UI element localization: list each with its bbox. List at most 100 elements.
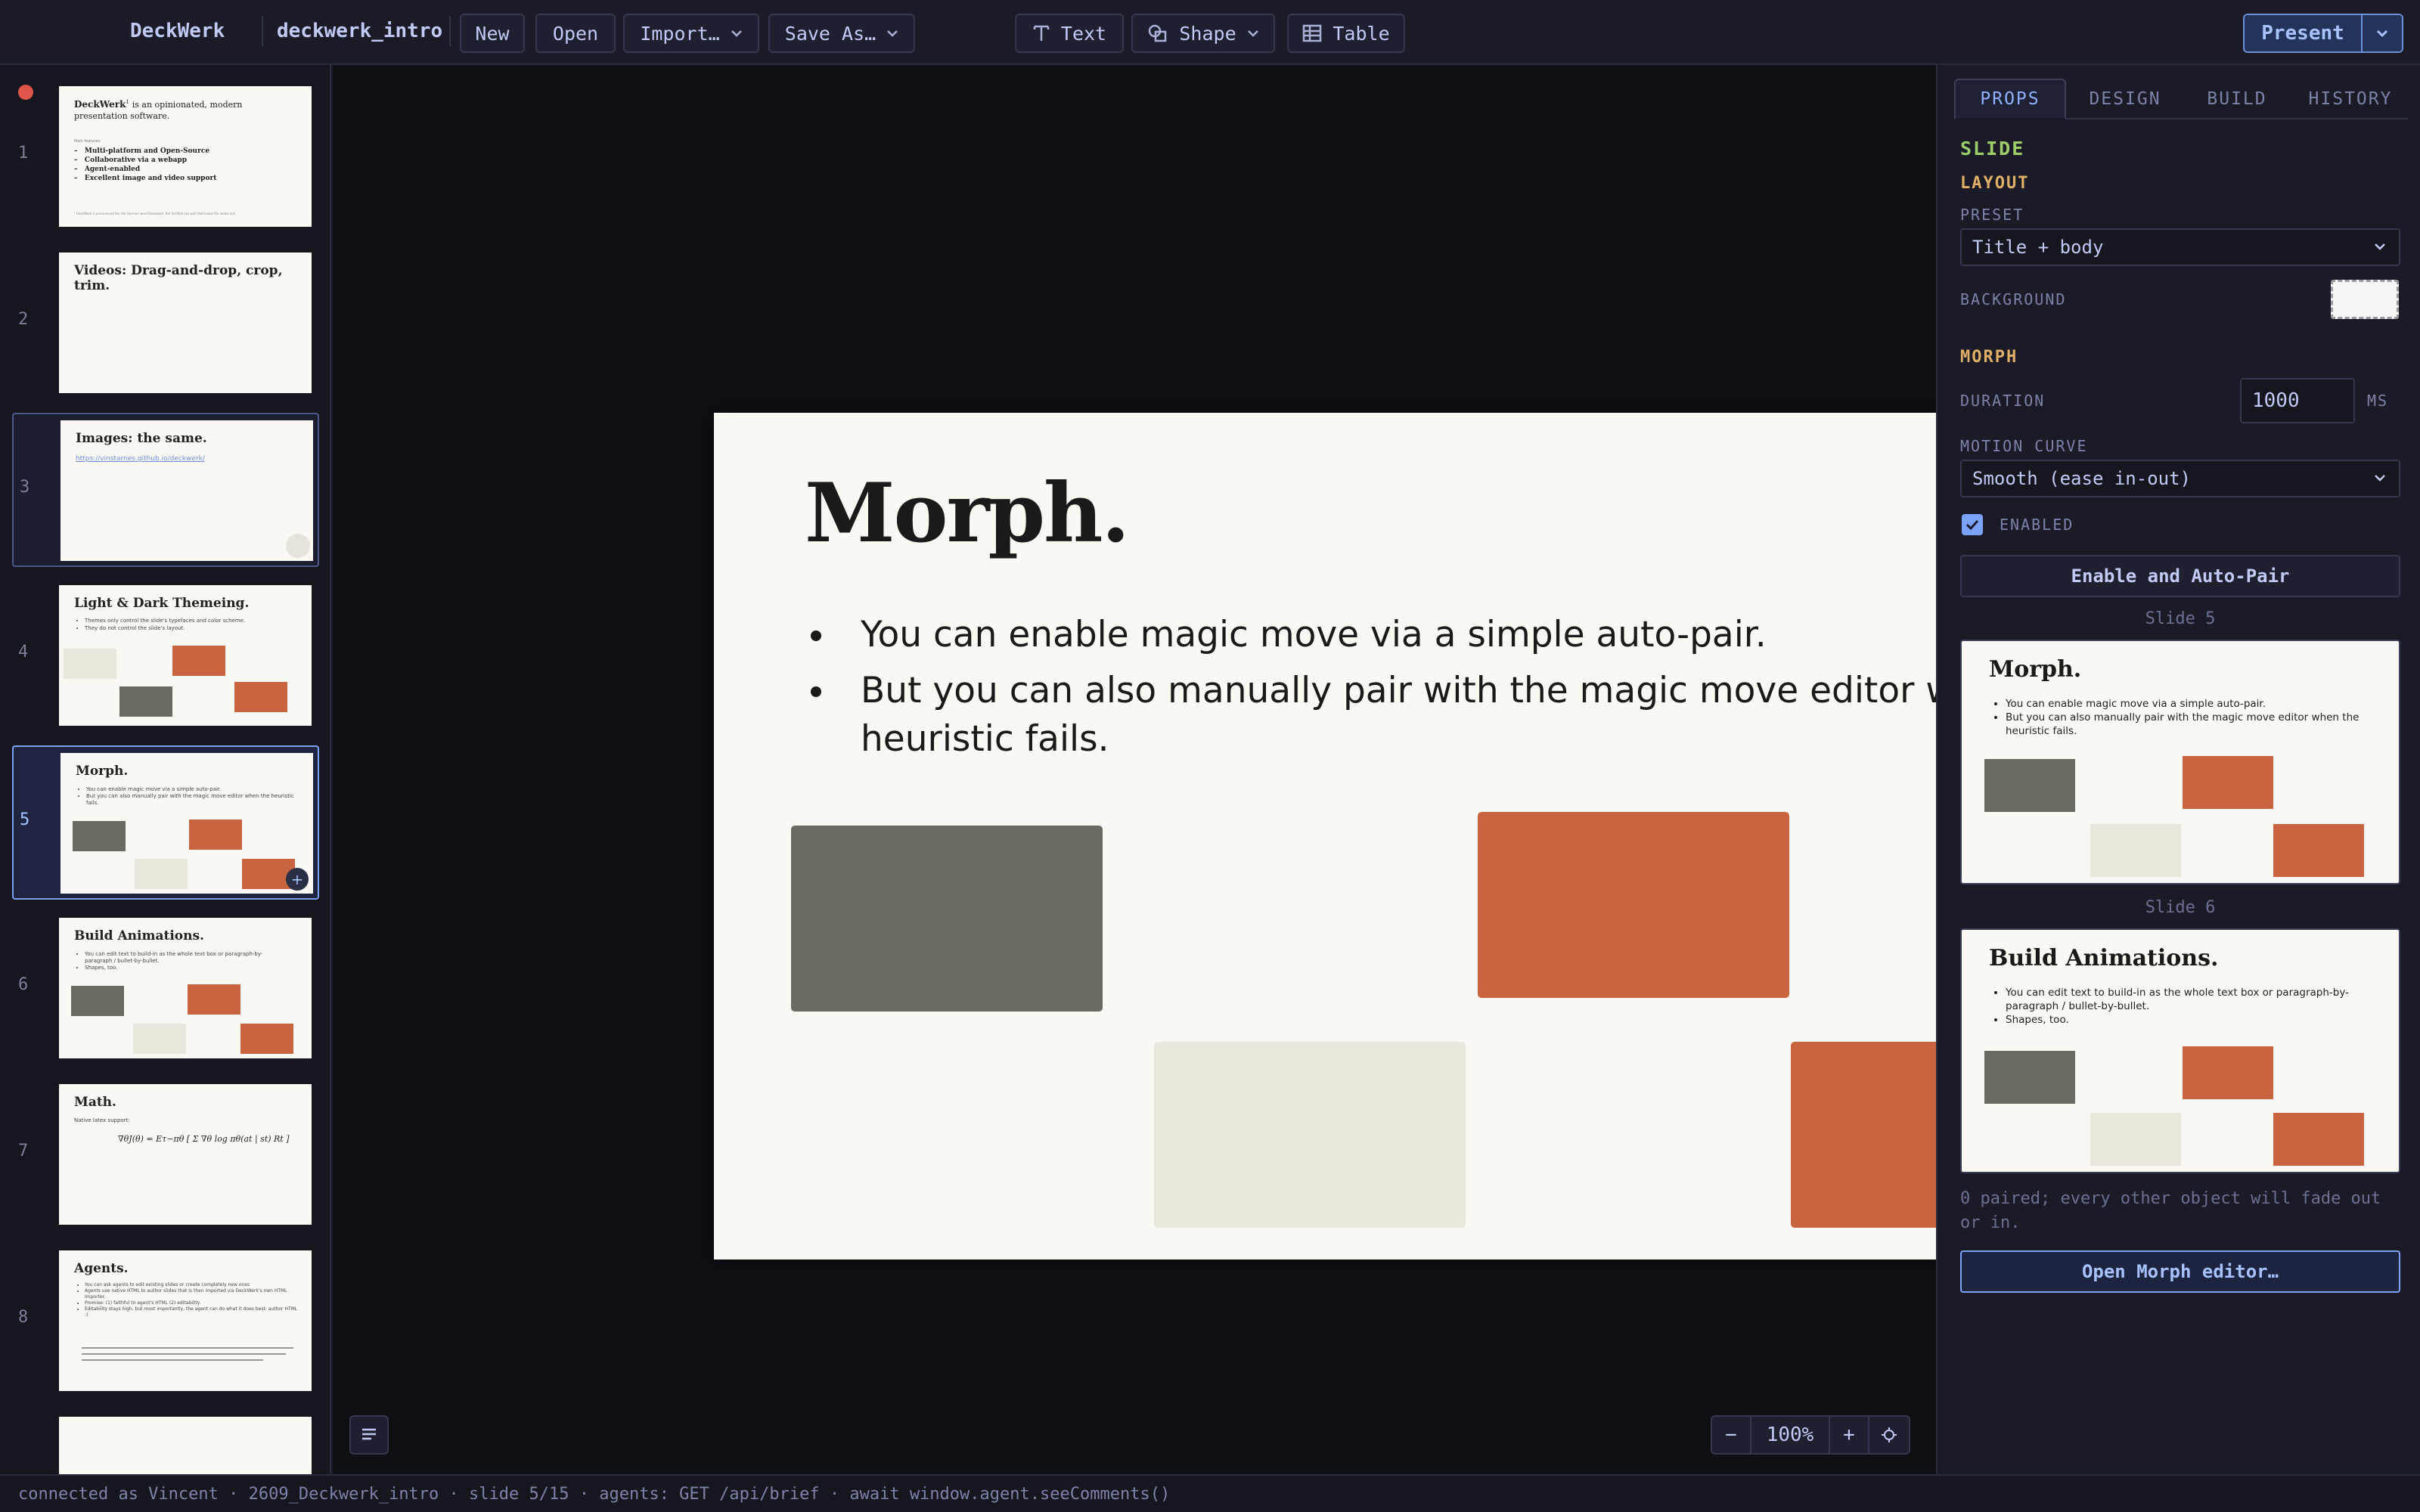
zoom-controls: − 100% + bbox=[1711, 1415, 1910, 1455]
slide-bullet: – Excellent image and video support bbox=[74, 175, 217, 182]
slide-title: Images: the same. bbox=[76, 431, 207, 446]
zoom-in-button[interactable]: + bbox=[1830, 1417, 1869, 1453]
insert-text-label: Text bbox=[1060, 22, 1107, 45]
slide-thumbnail[interactable]: 6 Build Animations. You can edit text to… bbox=[12, 912, 319, 1066]
slide-footnote: ¹ DeckWerk is pronounced like the German… bbox=[74, 212, 236, 215]
slide-number: 7 bbox=[18, 1142, 29, 1160]
table-icon bbox=[1303, 24, 1322, 42]
gray-rectangle-shape[interactable] bbox=[791, 826, 1103, 1012]
preview-shape bbox=[2090, 824, 2181, 877]
status-bar: connected as Vincent · 2609_Deckwerk_int… bbox=[0, 1474, 2420, 1512]
slide-thumbnail[interactable]: 1 DeckWerk1 is an opinionated, modern pr… bbox=[12, 80, 319, 234]
enabled-checkbox[interactable] bbox=[1962, 514, 1983, 535]
slide-thumbnail[interactable]: 7 Math. Native latex support: ∇θJ(θ) = E… bbox=[12, 1078, 319, 1232]
present-button[interactable]: Present bbox=[2245, 15, 2361, 51]
chevron-down-icon bbox=[731, 30, 742, 37]
tab-props[interactable]: PROPS bbox=[1954, 79, 2066, 119]
preview-shape bbox=[2183, 756, 2273, 809]
slide-number: 4 bbox=[18, 643, 29, 662]
new-button-label: New bbox=[475, 22, 510, 45]
chevron-down-icon bbox=[887, 30, 898, 37]
slide-number: 2 bbox=[18, 310, 29, 329]
slide-thumbnail-rail[interactable]: 1 DeckWerk1 is an opinionated, modern pr… bbox=[0, 65, 331, 1474]
import-button[interactable]: Import… bbox=[623, 14, 759, 53]
tab-build[interactable]: BUILD bbox=[2181, 79, 2293, 119]
chevron-down-icon bbox=[2376, 29, 2388, 38]
orange-rectangle-shape[interactable] bbox=[1478, 812, 1789, 998]
list-icon bbox=[362, 1428, 376, 1440]
slide-bullet: But you can also manually pair with the … bbox=[86, 793, 302, 807]
slide-shape bbox=[240, 1024, 293, 1054]
slide-thumbnail-active[interactable]: 5 Morph. You can enable magic move via a… bbox=[12, 745, 319, 900]
zoom-out-button[interactable]: − bbox=[1712, 1417, 1751, 1453]
slide-bullet: Themes only control the slide's typeface… bbox=[85, 617, 301, 624]
morph-badge-icon[interactable]: + bbox=[286, 868, 309, 891]
slide-shape bbox=[135, 859, 188, 889]
slide-number: 6 bbox=[18, 975, 29, 994]
duration-unit: MS bbox=[2367, 392, 2389, 410]
preset-label: PRESET bbox=[1960, 206, 2024, 224]
background-color-swatch[interactable] bbox=[2331, 280, 2399, 319]
preview-shape bbox=[2273, 824, 2364, 877]
zoom-fit-button[interactable] bbox=[1869, 1417, 1909, 1453]
slide-number: 5 bbox=[20, 810, 30, 829]
app-name: DeckWerk bbox=[130, 20, 225, 42]
slide-body: Native latex support: bbox=[74, 1117, 130, 1123]
tab-history[interactable]: HISTORY bbox=[2293, 79, 2408, 119]
open-morph-editor-button[interactable]: Open Morph editor… bbox=[1960, 1250, 2400, 1293]
slide-title: DeckWerk bbox=[74, 99, 126, 110]
preview-bullet: But you can also manually pair with the … bbox=[2006, 711, 2375, 738]
shape-icon bbox=[1149, 24, 1167, 42]
slide-thumbnail[interactable]: 8 Agents. You can ask agents to edit exi… bbox=[12, 1244, 319, 1399]
present-options-button[interactable] bbox=[2361, 15, 2402, 51]
insert-table-button[interactable]: Table bbox=[1287, 14, 1405, 53]
slide-link: https://vinstarnes.github.io/deckwerk/ bbox=[76, 455, 205, 463]
slide-title-textbox[interactable]: Morph. bbox=[805, 466, 1130, 561]
image-placeholder bbox=[286, 534, 310, 558]
slide-title: Math. bbox=[74, 1095, 116, 1110]
insert-text-button[interactable]: Text bbox=[1015, 14, 1124, 53]
slide-canvas[interactable]: Morph. You can enable magic move via a s… bbox=[333, 65, 2220, 1474]
open-button[interactable]: Open bbox=[535, 14, 616, 53]
insert-shape-button[interactable]: Shape bbox=[1131, 14, 1275, 53]
morph-from-preview: Morph. You can enable magic move via a s… bbox=[1960, 640, 2400, 885]
motion-curve-select[interactable]: Smooth (ease in-out) bbox=[1960, 460, 2400, 497]
preview-shape bbox=[1984, 1051, 2075, 1104]
checkmark-icon bbox=[1965, 519, 1979, 531]
open-button-label: Open bbox=[552, 22, 599, 45]
enable-auto-pair-button[interactable]: Enable and Auto-Pair bbox=[1960, 555, 2400, 597]
slide-bullet: You can edit text to build-in as the who… bbox=[85, 951, 286, 965]
preview-shape bbox=[2090, 1113, 2181, 1166]
zoom-level[interactable]: 100% bbox=[1751, 1417, 1830, 1453]
cream-rectangle-shape[interactable] bbox=[1154, 1042, 1466, 1228]
slide-shape bbox=[64, 649, 116, 679]
save-as-button[interactable]: Save As… bbox=[768, 14, 915, 53]
slide-footnote-line bbox=[82, 1347, 293, 1349]
slide-shape bbox=[71, 986, 124, 1016]
new-button[interactable]: New bbox=[460, 14, 525, 53]
outline-toggle-button[interactable] bbox=[349, 1415, 389, 1455]
slide-preview: Light & Dark Themeing. Themes only contr… bbox=[59, 585, 312, 726]
slide-bullet: – Collaborative via a webapp bbox=[74, 156, 188, 164]
pairing-note: 0 paired; every other object will fade o… bbox=[1960, 1189, 2381, 1232]
tab-design[interactable]: DESIGN bbox=[2069, 79, 2181, 119]
preset-value: Title + body bbox=[1972, 237, 2104, 258]
slide-number: 3 bbox=[20, 478, 30, 497]
chevron-down-icon bbox=[2375, 243, 2385, 250]
slide-bullet-text: Agent-enabled bbox=[84, 166, 141, 173]
document-name[interactable]: deckwerk_intro bbox=[277, 20, 442, 42]
slide-number: 8 bbox=[18, 1308, 29, 1327]
slide-shape bbox=[73, 821, 126, 851]
slide-preview: DeckWerk1 is an opinionated, modern pres… bbox=[59, 86, 312, 227]
duration-input[interactable]: 1000 bbox=[2240, 378, 2355, 423]
to-slide-caption: Slide 6 bbox=[2145, 898, 2216, 917]
chevron-down-icon bbox=[2375, 475, 2385, 482]
preview-bullet: You can edit text to build-in as the who… bbox=[2006, 986, 2375, 1013]
slide-preview: Build Animations. You can edit text to b… bbox=[59, 918, 312, 1058]
slide-thumbnail[interactable]: 3 Images: the same. https://vinstarnes.g… bbox=[12, 413, 319, 567]
preset-select[interactable]: Title + body bbox=[1960, 228, 2400, 266]
slide-thumbnail[interactable]: 4 Light & Dark Themeing. Themes only con… bbox=[12, 579, 319, 733]
slide-bullet: – Multi-platform and Open-Source bbox=[74, 147, 210, 155]
slide-thumbnail[interactable] bbox=[12, 1411, 319, 1474]
slide-thumbnail[interactable]: 2 Videos: Drag-and-drop, crop, trim. bbox=[12, 246, 319, 401]
